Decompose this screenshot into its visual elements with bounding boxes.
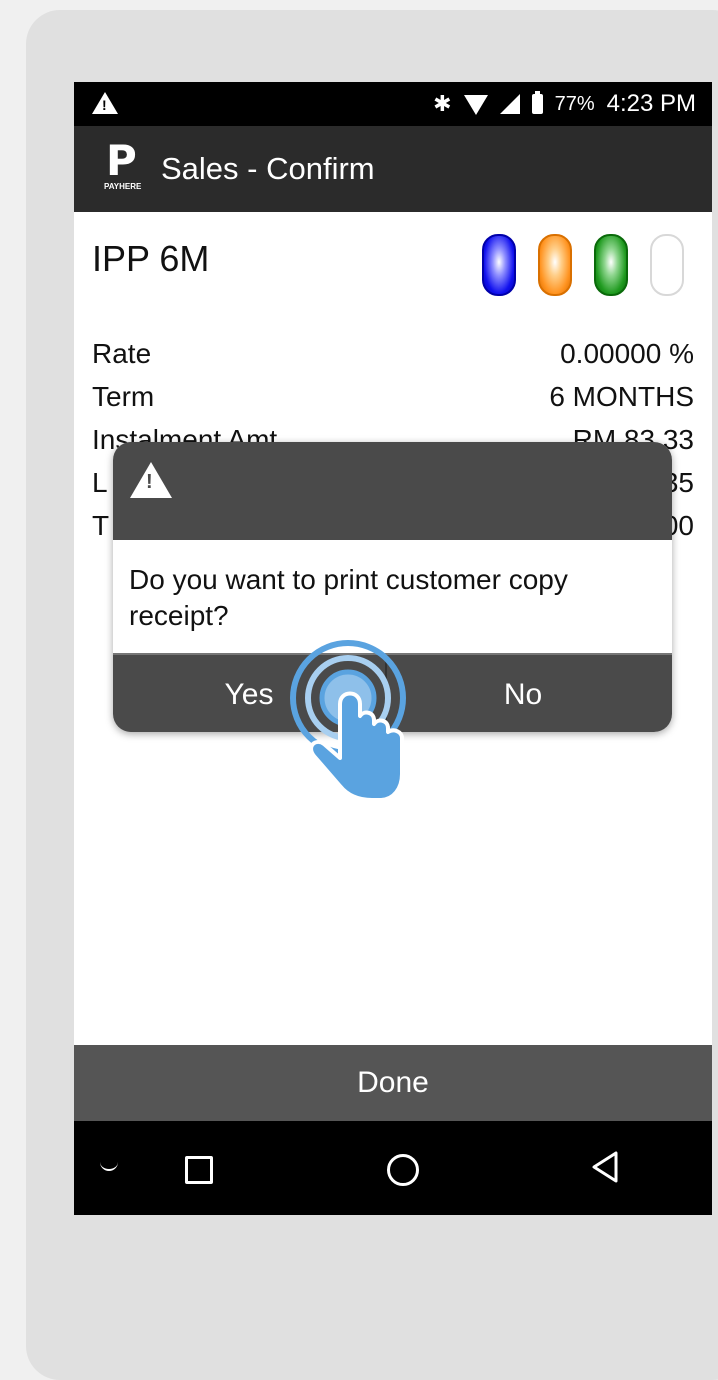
app-bar: P PAYHERE Sales - Confirm — [74, 126, 712, 212]
dialog-message: Do you want to print customer copy recei… — [129, 564, 568, 631]
status-light-off-icon — [650, 234, 684, 296]
no-button[interactable]: No — [387, 655, 659, 732]
signal-icon — [499, 94, 520, 114]
alert-icon: ! — [130, 462, 172, 498]
clock: 4:23 PM — [606, 90, 696, 117]
status-light-orange-icon — [538, 234, 572, 296]
detail-label: Term — [92, 381, 155, 412]
status-light-blue-icon — [482, 234, 516, 296]
page-title: Sales - Confirm — [161, 151, 375, 186]
back-icon[interactable] — [588, 1149, 624, 1185]
tap-hand-icon — [290, 640, 406, 802]
navigation-bar — [74, 1121, 712, 1215]
status-light-green-icon — [594, 234, 628, 296]
detail-label: Rate — [92, 338, 152, 369]
detail-label: T — [92, 510, 110, 541]
warning-icon: ! — [92, 92, 118, 114]
bluetooth-icon: ✱ — [433, 91, 452, 116]
hide-keyboard-icon[interactable] — [100, 1159, 118, 1171]
detail-value: 6 MONTHS — [549, 381, 694, 412]
detail-label: L — [92, 467, 108, 498]
payhere-logo-icon: P PAYHERE — [104, 136, 142, 191]
battery-icon — [531, 91, 543, 114]
home-icon[interactable] — [387, 1154, 419, 1186]
detail-value: 0.00000 % — [560, 338, 694, 369]
status-bar: ! ✱ 77% 4:23 PM — [74, 82, 712, 126]
done-button[interactable]: Done — [74, 1045, 712, 1121]
plan-name: IPP 6M — [92, 238, 210, 279]
battery-percent: 77% — [554, 92, 595, 115]
detail-row-rate: Rate 0.00000 % — [92, 338, 694, 378]
recent-apps-icon[interactable] — [185, 1156, 213, 1184]
wifi-icon — [463, 95, 488, 115]
detail-row-term: Term 6 MONTHS — [92, 381, 694, 421]
dialog-header: ! — [113, 442, 672, 540]
